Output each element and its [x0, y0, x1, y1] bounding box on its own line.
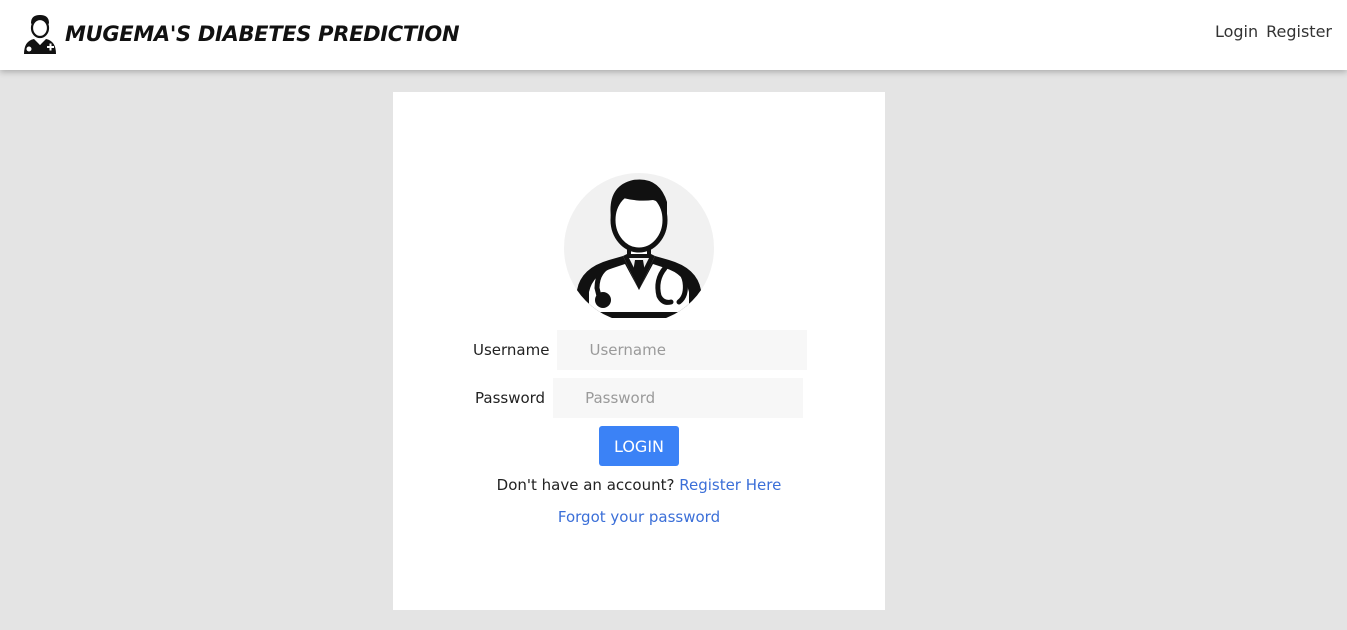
nav-links: Login Register — [1215, 22, 1332, 41]
no-account-text: Don't have an account? — [496, 476, 675, 494]
doctor-icon — [24, 15, 56, 54]
username-label: Username — [473, 341, 550, 359]
forgot-password-row: Forgot your password — [393, 508, 885, 526]
password-row: Password — [475, 378, 804, 418]
username-row: Username — [473, 330, 808, 370]
nav-register-link[interactable]: Register — [1266, 22, 1332, 41]
login-card: Username Password LOGIN Don't have an ac… — [393, 92, 885, 610]
brand-link[interactable]: MUGEMA'S DIABETES PREDICTION — [20, 12, 460, 56]
username-input[interactable] — [557, 330, 808, 370]
register-here-link[interactable]: Register Here — [679, 476, 781, 494]
login-button[interactable]: LOGIN — [599, 426, 679, 466]
signup-prompt: Don't have an account? Register Here — [393, 476, 885, 494]
password-label: Password — [475, 389, 546, 407]
password-input[interactable] — [553, 378, 804, 418]
doctor-avatar-icon — [564, 173, 714, 318]
nav-login-link[interactable]: Login — [1215, 22, 1258, 41]
forgot-password-link[interactable]: Forgot your password — [558, 508, 720, 526]
brand-title: MUGEMA'S DIABETES PREDICTION — [65, 22, 460, 46]
top-navbar: MUGEMA'S DIABETES PREDICTION Login Regis… — [0, 0, 1347, 70]
